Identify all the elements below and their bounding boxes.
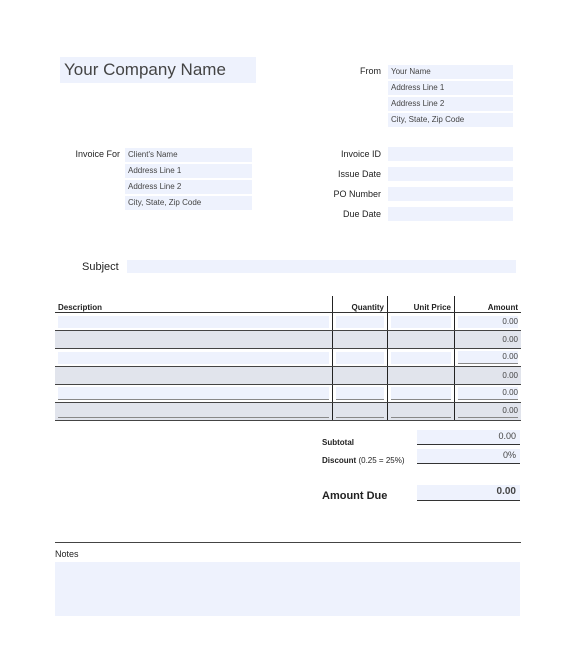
header-description: Description — [55, 296, 333, 313]
due-date-label: Due Date — [342, 209, 381, 219]
from-name-field[interactable]: Your Name — [388, 65, 513, 79]
company-name-field[interactable]: Your Company Name — [60, 57, 256, 83]
amount-due-value: 0.00 — [417, 485, 520, 501]
invoice-for-label: Invoice For — [75, 149, 120, 159]
discount-field[interactable]: 0% — [417, 449, 520, 464]
from-address-2-field[interactable]: Address Line 2 — [388, 97, 513, 111]
amount-due-label: Amount Due — [322, 490, 388, 502]
client-city-field[interactable]: City, State, Zip Code — [125, 196, 252, 210]
issue-date-label: Issue Date — [337, 169, 381, 179]
quantity-field[interactable] — [336, 405, 384, 418]
subtotal-value: 0.00 — [417, 430, 520, 445]
description-field[interactable] — [58, 387, 329, 400]
amount-value: 0.00 — [458, 351, 518, 364]
header-amount: Amount — [454, 296, 521, 313]
from-address-1-field[interactable]: Address Line 1 — [388, 81, 513, 95]
notes-label: Notes — [55, 549, 79, 559]
invoice-id-label: Invoice ID — [340, 149, 381, 159]
quantity-field[interactable] — [336, 387, 384, 400]
unit-price-field[interactable] — [391, 405, 451, 418]
subject-label: Subject — [82, 261, 119, 273]
po-number-field[interactable] — [388, 187, 513, 201]
subtotal-label: Subtotal — [322, 438, 354, 447]
amount-value: 0.00 — [458, 387, 518, 400]
notes-divider — [55, 542, 521, 543]
unit-price-field[interactable] — [391, 370, 451, 382]
issue-date-field[interactable] — [388, 167, 513, 181]
description-field[interactable] — [58, 351, 329, 364]
header-quantity: Quantity — [332, 296, 388, 313]
quantity-field[interactable] — [336, 315, 384, 328]
line-items-table: Description Quantity Unit Price Amount 0… — [55, 296, 521, 421]
unit-price-field[interactable] — [391, 387, 451, 400]
table-row: 0.00 — [55, 366, 521, 385]
client-address-1-field[interactable]: Address Line 1 — [125, 164, 252, 178]
subject-field[interactable] — [127, 260, 516, 273]
description-field[interactable] — [58, 370, 329, 382]
po-number-label: PO Number — [333, 189, 381, 199]
discount-label: Discount (0.25 = 25%) — [322, 456, 405, 465]
table-row: 0.00 — [55, 402, 521, 421]
amount-value: 0.00 — [502, 370, 518, 380]
amount-value: 0.00 — [458, 405, 518, 418]
table-row: 0.00 — [55, 330, 521, 349]
quantity-field[interactable] — [336, 334, 384, 346]
due-date-field[interactable] — [388, 207, 513, 221]
invoice-id-field[interactable] — [388, 147, 513, 161]
header-unit-price: Unit Price — [387, 296, 455, 313]
table-row: 0.00 — [55, 348, 521, 367]
unit-price-field[interactable] — [391, 315, 451, 328]
discount-hint: (0.25 = 25%) — [358, 456, 405, 465]
unit-price-field[interactable] — [391, 351, 451, 364]
quantity-field[interactable] — [336, 351, 384, 364]
client-address-2-field[interactable]: Address Line 2 — [125, 180, 252, 194]
notes-field[interactable] — [55, 562, 520, 616]
discount-label-text: Discount — [322, 456, 357, 465]
table-row: 0.00 — [55, 312, 521, 331]
description-field[interactable] — [58, 315, 329, 328]
from-label: From — [360, 66, 381, 76]
client-name-field[interactable]: Client's Name — [125, 148, 252, 162]
from-city-field[interactable]: City, State, Zip Code — [388, 113, 513, 127]
quantity-field[interactable] — [336, 370, 384, 382]
amount-value: 0.00 — [502, 334, 518, 344]
description-field[interactable] — [58, 405, 329, 418]
unit-price-field[interactable] — [391, 334, 451, 346]
amount-value: 0.00 — [458, 315, 518, 328]
table-row: 0.00 — [55, 384, 521, 403]
description-field[interactable] — [58, 334, 329, 346]
